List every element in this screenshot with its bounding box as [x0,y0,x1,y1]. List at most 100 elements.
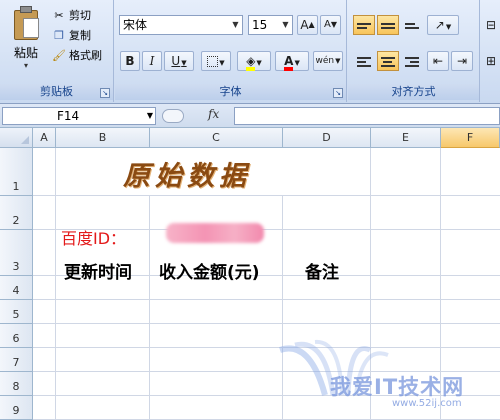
font-color-button[interactable]: A▼ [275,51,309,71]
increase-indent-icon: ⇥ [456,54,468,68]
underline-button[interactable]: U▼ [164,51,194,71]
alignment-group-label: 对齐方式 [348,84,479,100]
name-box[interactable]: F14 ▼ [2,107,156,125]
align-top-button[interactable] [353,15,375,35]
ribbon: 粘贴 ▾ ✂ 剪切 ❐ 复制 🖌 格式刷 剪贴板 ↘ 宋体 ▼ 15 ▼ A▲ A▼ [0,0,500,104]
align-center-button[interactable] [377,51,399,71]
watermark-text: 我爱IT技术网 [330,375,465,399]
font-size-select[interactable]: 15 ▼ [248,15,293,35]
phonetic-icon: wén [315,56,335,66]
scissors-icon: ✂ [54,9,64,22]
header-income-amount: 收入金额(元) [159,263,260,283]
decrease-indent-button[interactable]: ⇤ [427,51,449,71]
column-header-b[interactable]: B [56,128,150,148]
font-color-icon: A [284,55,294,71]
italic-icon: I [149,54,155,68]
watermark-url: www.52ij.com [392,398,462,409]
align-middle-button[interactable] [377,15,399,35]
align-center-icon [381,55,395,69]
column-header-a[interactable]: A [33,128,56,148]
name-box-value: F14 [57,109,80,123]
orientation-icon: ↗ [434,18,445,32]
formula-input[interactable] [234,107,500,125]
chevron-down-icon: ▼ [282,20,289,29]
row-header-9[interactable]: 9 [0,396,33,420]
column-header-f[interactable]: F [441,128,500,148]
next-group-partial: ⊟ ⊞ [481,0,500,102]
format-painter-label: 格式刷 [69,49,102,62]
sheet-title: 原始数据 [123,161,251,192]
header-update-time: 更新时间 [64,263,132,283]
redacted-id-value [166,223,264,243]
align-left-button[interactable] [353,51,375,71]
fill-color-button[interactable]: ◈▼ [237,51,271,71]
cut-label: 剪切 [69,9,91,22]
align-left-icon [357,55,371,69]
baidu-id-label: 百度ID： [61,229,127,248]
align-bottom-button[interactable] [401,15,423,35]
grow-font-button[interactable]: A▲ [297,15,318,35]
align-bottom-icon [405,21,419,31]
clipboard-dialog-launcher-icon[interactable]: ↘ [100,88,110,98]
font-name-select[interactable]: 宋体 ▼ [119,15,243,35]
chevron-down-icon[interactable]: ▼ [147,108,153,124]
decrease-indent-icon: ⇤ [432,54,444,68]
paste-icon [11,6,41,40]
cut-button[interactable]: ✂ 剪切 [52,7,91,25]
copy-icon: ❐ [54,29,64,42]
align-right-button[interactable] [401,51,423,71]
fx-area: fx [160,107,230,124]
font-group-label: 字体 [115,84,346,100]
row-header-4[interactable]: 4 [0,276,33,300]
merge-button[interactable]: ⊞ [483,51,499,71]
paste-label: 粘贴 [13,46,38,60]
fill-bucket-icon: ◈ [246,55,256,71]
align-middle-icon [381,21,395,31]
row-header-7[interactable]: 7 [0,348,33,372]
insert-function-icon[interactable]: fx [208,107,219,121]
bold-icon: B [125,54,135,68]
row-header-3[interactable]: 3 [0,230,33,276]
header-remarks: 备注 [305,263,339,283]
wrap-text-icon: ⊟ [485,18,497,32]
merge-icon: ⊞ [485,54,497,68]
borders-button[interactable]: ▼ [201,51,231,71]
column-header-c[interactable]: C [150,128,283,148]
copy-button[interactable]: ❐ 复制 [52,27,91,45]
font-group: 宋体 ▼ 15 ▼ A▲ A▼ B I U▼ ▼ ◈▼ A▼ wén▼ 字体 ↘ [115,0,347,102]
paste-button[interactable]: 粘贴 ▾ [6,4,46,78]
row-header-2[interactable]: 2 [0,196,33,230]
font-dialog-launcher-icon[interactable]: ↘ [333,88,343,98]
row-header-6[interactable]: 6 [0,324,33,348]
clipboard-group-label: 剪贴板 [0,84,113,100]
shrink-font-icon: A [324,19,331,30]
font-name-value: 宋体 [123,18,148,32]
align-right-icon [405,55,419,69]
chevron-down-icon: ▼ [232,20,239,29]
chevron-down-icon[interactable]: ▾ [6,61,46,70]
format-painter-icon: 🖌 [52,49,66,62]
font-size-value: 15 [252,18,268,32]
wrap-text-button[interactable]: ⊟ [483,15,499,35]
column-header-d[interactable]: D [283,128,371,148]
grow-font-icon: A [300,18,309,32]
select-all-corner[interactable] [0,128,33,148]
increase-indent-button[interactable]: ⇥ [451,51,473,71]
row-header-1[interactable]: 1 [0,148,33,196]
clipboard-group: 粘贴 ▾ ✂ 剪切 ❐ 复制 🖌 格式刷 剪贴板 ↘ [0,0,114,102]
column-header-e[interactable]: E [371,128,441,148]
format-painter-button[interactable]: 🖌 格式刷 [52,47,102,65]
bold-button[interactable]: B [120,51,140,71]
copy-label: 复制 [69,29,91,42]
orientation-button[interactable]: ↗▼ [427,15,459,35]
row-header-5[interactable]: 5 [0,300,33,324]
phonetic-guide-button[interactable]: wén▼ [313,51,343,71]
shrink-font-button[interactable]: A▼ [320,15,341,35]
row-header-8[interactable]: 8 [0,372,33,396]
align-top-icon [357,21,371,31]
italic-button[interactable]: I [142,51,162,71]
underline-icon: U [171,54,181,68]
alignment-group: ↗▼ ⇤ ⇥ 对齐方式 [348,0,480,102]
borders-icon [207,56,219,67]
formula-controls-icon[interactable] [162,109,184,123]
